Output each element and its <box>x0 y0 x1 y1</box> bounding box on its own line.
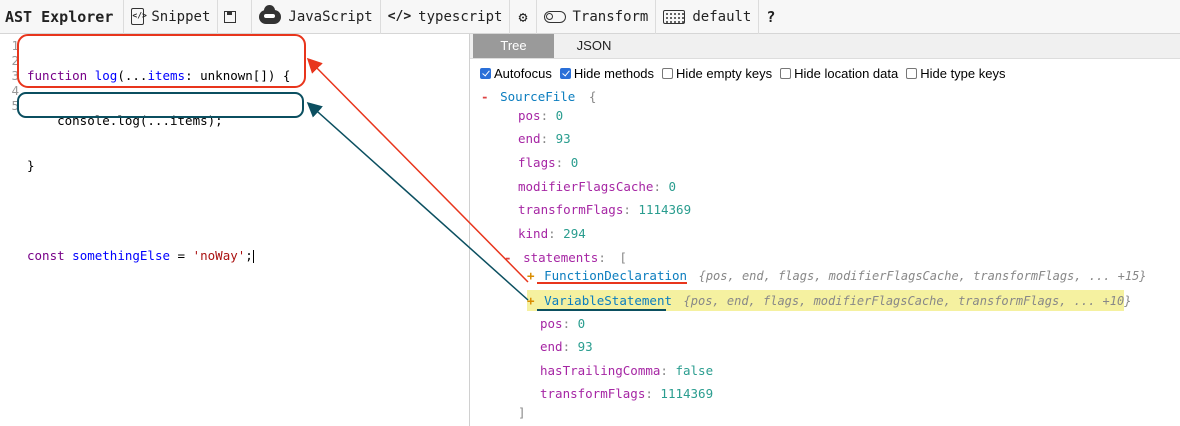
code-editor[interactable]: 1 2 3 4 5 function log(...items: unknown… <box>0 34 470 426</box>
tree-prop: modifierFlagsCache: 0 <box>518 179 677 194</box>
line-number: 3 <box>11 68 19 83</box>
tree-prop: kind: 294 <box>518 226 586 241</box>
tree-options: Autofocus Hide methods Hide empty keys H… <box>480 62 1013 84</box>
line-number: 5 <box>11 98 19 113</box>
collapse-toggle[interactable]: - <box>481 89 489 104</box>
tree-node-function-declaration[interactable]: + FunctionDeclaration {pos, end, flags, … <box>527 268 1147 284</box>
output-tabs: Tree JSON <box>470 34 1180 59</box>
parser-select[interactable]: </> typescript <box>379 0 510 34</box>
app-title: AST Explorer <box>5 7 114 26</box>
text-cursor <box>252 250 254 263</box>
snippet-button[interactable]: </> Snippet <box>123 0 217 34</box>
option-label: Hide methods <box>573 65 655 81</box>
language-label: JavaScript <box>288 8 373 25</box>
code-content[interactable]: function log(...items: unknown[]) { cons… <box>27 38 290 293</box>
node-type: FunctionDeclaration <box>544 268 688 283</box>
keymap-label: default <box>692 8 752 25</box>
code-line: function log(...items: unknown[]) { <box>27 68 291 83</box>
option-hide-type-keys[interactable]: Hide type keys <box>906 66 1005 81</box>
checkbox-checked[interactable] <box>480 67 491 79</box>
tree-node-statements[interactable]: - statements: [ <box>504 250 627 266</box>
help-button[interactable]: ? <box>758 0 782 34</box>
option-hide-location-data[interactable]: Hide location data <box>780 66 898 81</box>
tree-node-sourcefile[interactable]: - SourceFile { <box>481 89 596 105</box>
cloud-icon <box>259 4 282 24</box>
node-type: VariableStatement <box>544 293 672 308</box>
option-autofocus[interactable]: Autofocus <box>480 66 552 81</box>
node-summary: {pos, end, flags, modifierFlagsCache, tr… <box>698 269 1147 283</box>
option-label: Hide location data <box>794 65 899 81</box>
checkbox-checked[interactable] <box>559 67 571 79</box>
checkbox-unchecked[interactable] <box>662 67 674 79</box>
tree-prop: pos: 0 <box>518 108 564 123</box>
option-label: Hide empty keys <box>676 65 773 81</box>
file-code-icon: </> <box>131 8 147 25</box>
line-number: 4 <box>11 83 19 98</box>
tree-prop: hasTrailingComma: false <box>540 363 714 378</box>
node-summary: {pos, end, flags, modifierFlagsCache, tr… <box>683 294 1132 308</box>
snippet-label: Snippet <box>151 8 211 25</box>
option-hide-empty-keys[interactable]: Hide empty keys <box>662 66 772 81</box>
option-label: Hide type keys <box>920 65 1006 81</box>
line-number: 1 <box>11 38 19 53</box>
code-line: const somethingElse = 'noWay'; <box>27 248 254 263</box>
option-label: Autofocus <box>494 65 552 81</box>
keyboard-icon <box>663 9 686 24</box>
gear-icon: ⚙ <box>518 7 528 26</box>
keymap-select[interactable]: default <box>655 0 758 34</box>
save-icon <box>224 10 237 23</box>
line-numbers: 1 2 3 4 5 <box>0 38 22 113</box>
tab-tree[interactable]: Tree <box>473 34 554 58</box>
code-icon: </> <box>387 9 412 24</box>
save-button[interactable] <box>217 0 251 34</box>
bracket: [ <box>619 250 627 265</box>
expand-toggle[interactable]: + <box>527 293 535 308</box>
tree-prop: end: 93 <box>540 339 593 354</box>
transform-label: Transform <box>572 8 649 25</box>
node-type: SourceFile <box>500 89 576 104</box>
close-bracket: ] <box>518 405 526 420</box>
help-icon: ? <box>766 7 776 26</box>
parser-settings-button[interactable]: ⚙ <box>509 0 535 34</box>
code-line: console.log(...items); <box>27 113 223 128</box>
language-select[interactable]: JavaScript <box>251 0 379 34</box>
line-number: 2 <box>11 53 19 68</box>
toolbar: AST Explorer </> Snippet JavaScript </> … <box>0 0 1180 34</box>
expand-toggle[interactable]: + <box>527 268 535 283</box>
ast-output-pane: Tree JSON Autofocus Hide methods Hide em… <box>470 34 1180 426</box>
tree-prop: flags: 0 <box>518 155 579 170</box>
tree-prop: transformFlags: 1114369 <box>540 386 714 401</box>
tree-prop: pos: 0 <box>540 316 586 331</box>
tree-prop: end: 93 <box>518 131 571 146</box>
option-hide-methods[interactable]: Hide methods <box>559 65 655 81</box>
code-line: } <box>27 158 35 173</box>
transform-toggle[interactable]: Transform <box>535 0 656 34</box>
tree-prop: transformFlags: 1114369 <box>518 202 692 217</box>
brace: { <box>588 89 597 104</box>
toggle-icon <box>543 10 566 23</box>
tab-json[interactable]: JSON <box>554 34 634 58</box>
checkbox-unchecked[interactable] <box>906 67 918 79</box>
parser-label: typescript <box>418 8 503 25</box>
collapse-toggle[interactable]: - <box>504 250 512 265</box>
checkbox-unchecked[interactable] <box>780 67 792 79</box>
prop-key: statements <box>523 250 599 265</box>
tree-node-variable-statement[interactable]: + VariableStatement {pos, end, flags, mo… <box>527 290 1131 311</box>
